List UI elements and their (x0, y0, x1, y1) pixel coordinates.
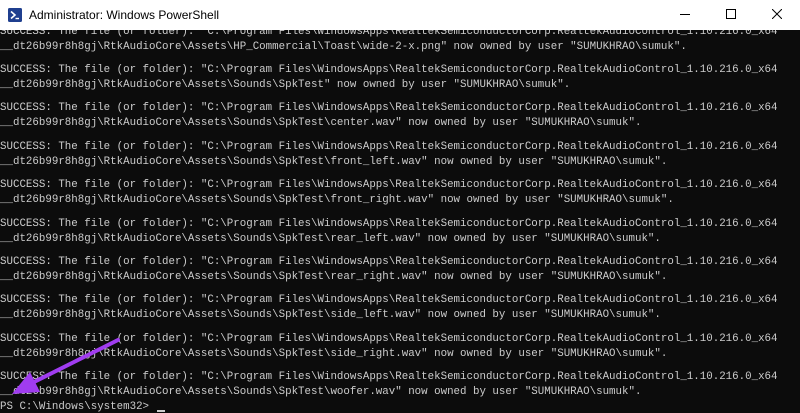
console-line: __dt26b99r8h8gj\RtkAudioCore\Assets\Soun… (0, 233, 661, 245)
command-prompt: PS C:\Windows\system32> (0, 401, 156, 413)
window-controls (662, 0, 800, 30)
maximize-button[interactable] (708, 0, 754, 30)
console-line: __dt26b99r8h8gj\RtkAudioCore\Assets\Soun… (0, 271, 668, 283)
title-bar[interactable]: Administrator: Windows PowerShell (0, 0, 800, 30)
console-line: __dt26b99r8h8gj\RtkAudioCore\Assets\Soun… (0, 348, 668, 360)
console-line: __dt26b99r8h8gj\RtkAudioCore\Assets\Soun… (0, 309, 661, 321)
console-line: __dt26b99r8h8gj\RtkAudioCore\Assets\Soun… (0, 156, 668, 168)
maximize-icon (726, 6, 736, 24)
text-cursor (156, 410, 165, 412)
console-line: __dt26b99r8h8gj\RtkAudioCore\Assets\HP_C… (0, 41, 687, 53)
command-prompt-line[interactable]: PS C:\Windows\system32> (0, 398, 165, 413)
console-output[interactable]: SUCCESS: The file (or folder): "C:\Progr… (0, 30, 800, 413)
console-line: __dt26b99r8h8gj\RtkAudioCore\Assets\Soun… (0, 194, 674, 206)
close-icon (771, 6, 783, 24)
console-line: __dt26b99r8h8gj\RtkAudioCore\Assets\Soun… (0, 79, 571, 91)
powershell-window: Administrator: Windows PowerShell SUCCES… (0, 0, 800, 413)
minimize-icon (680, 6, 690, 24)
minimize-button[interactable] (662, 0, 708, 30)
close-button[interactable] (754, 0, 800, 30)
window-title: Administrator: Windows PowerShell (29, 8, 220, 22)
powershell-icon[interactable] (8, 8, 22, 22)
console-line: __dt26b99r8h8gj\RtkAudioCore\Assets\Soun… (0, 117, 642, 129)
